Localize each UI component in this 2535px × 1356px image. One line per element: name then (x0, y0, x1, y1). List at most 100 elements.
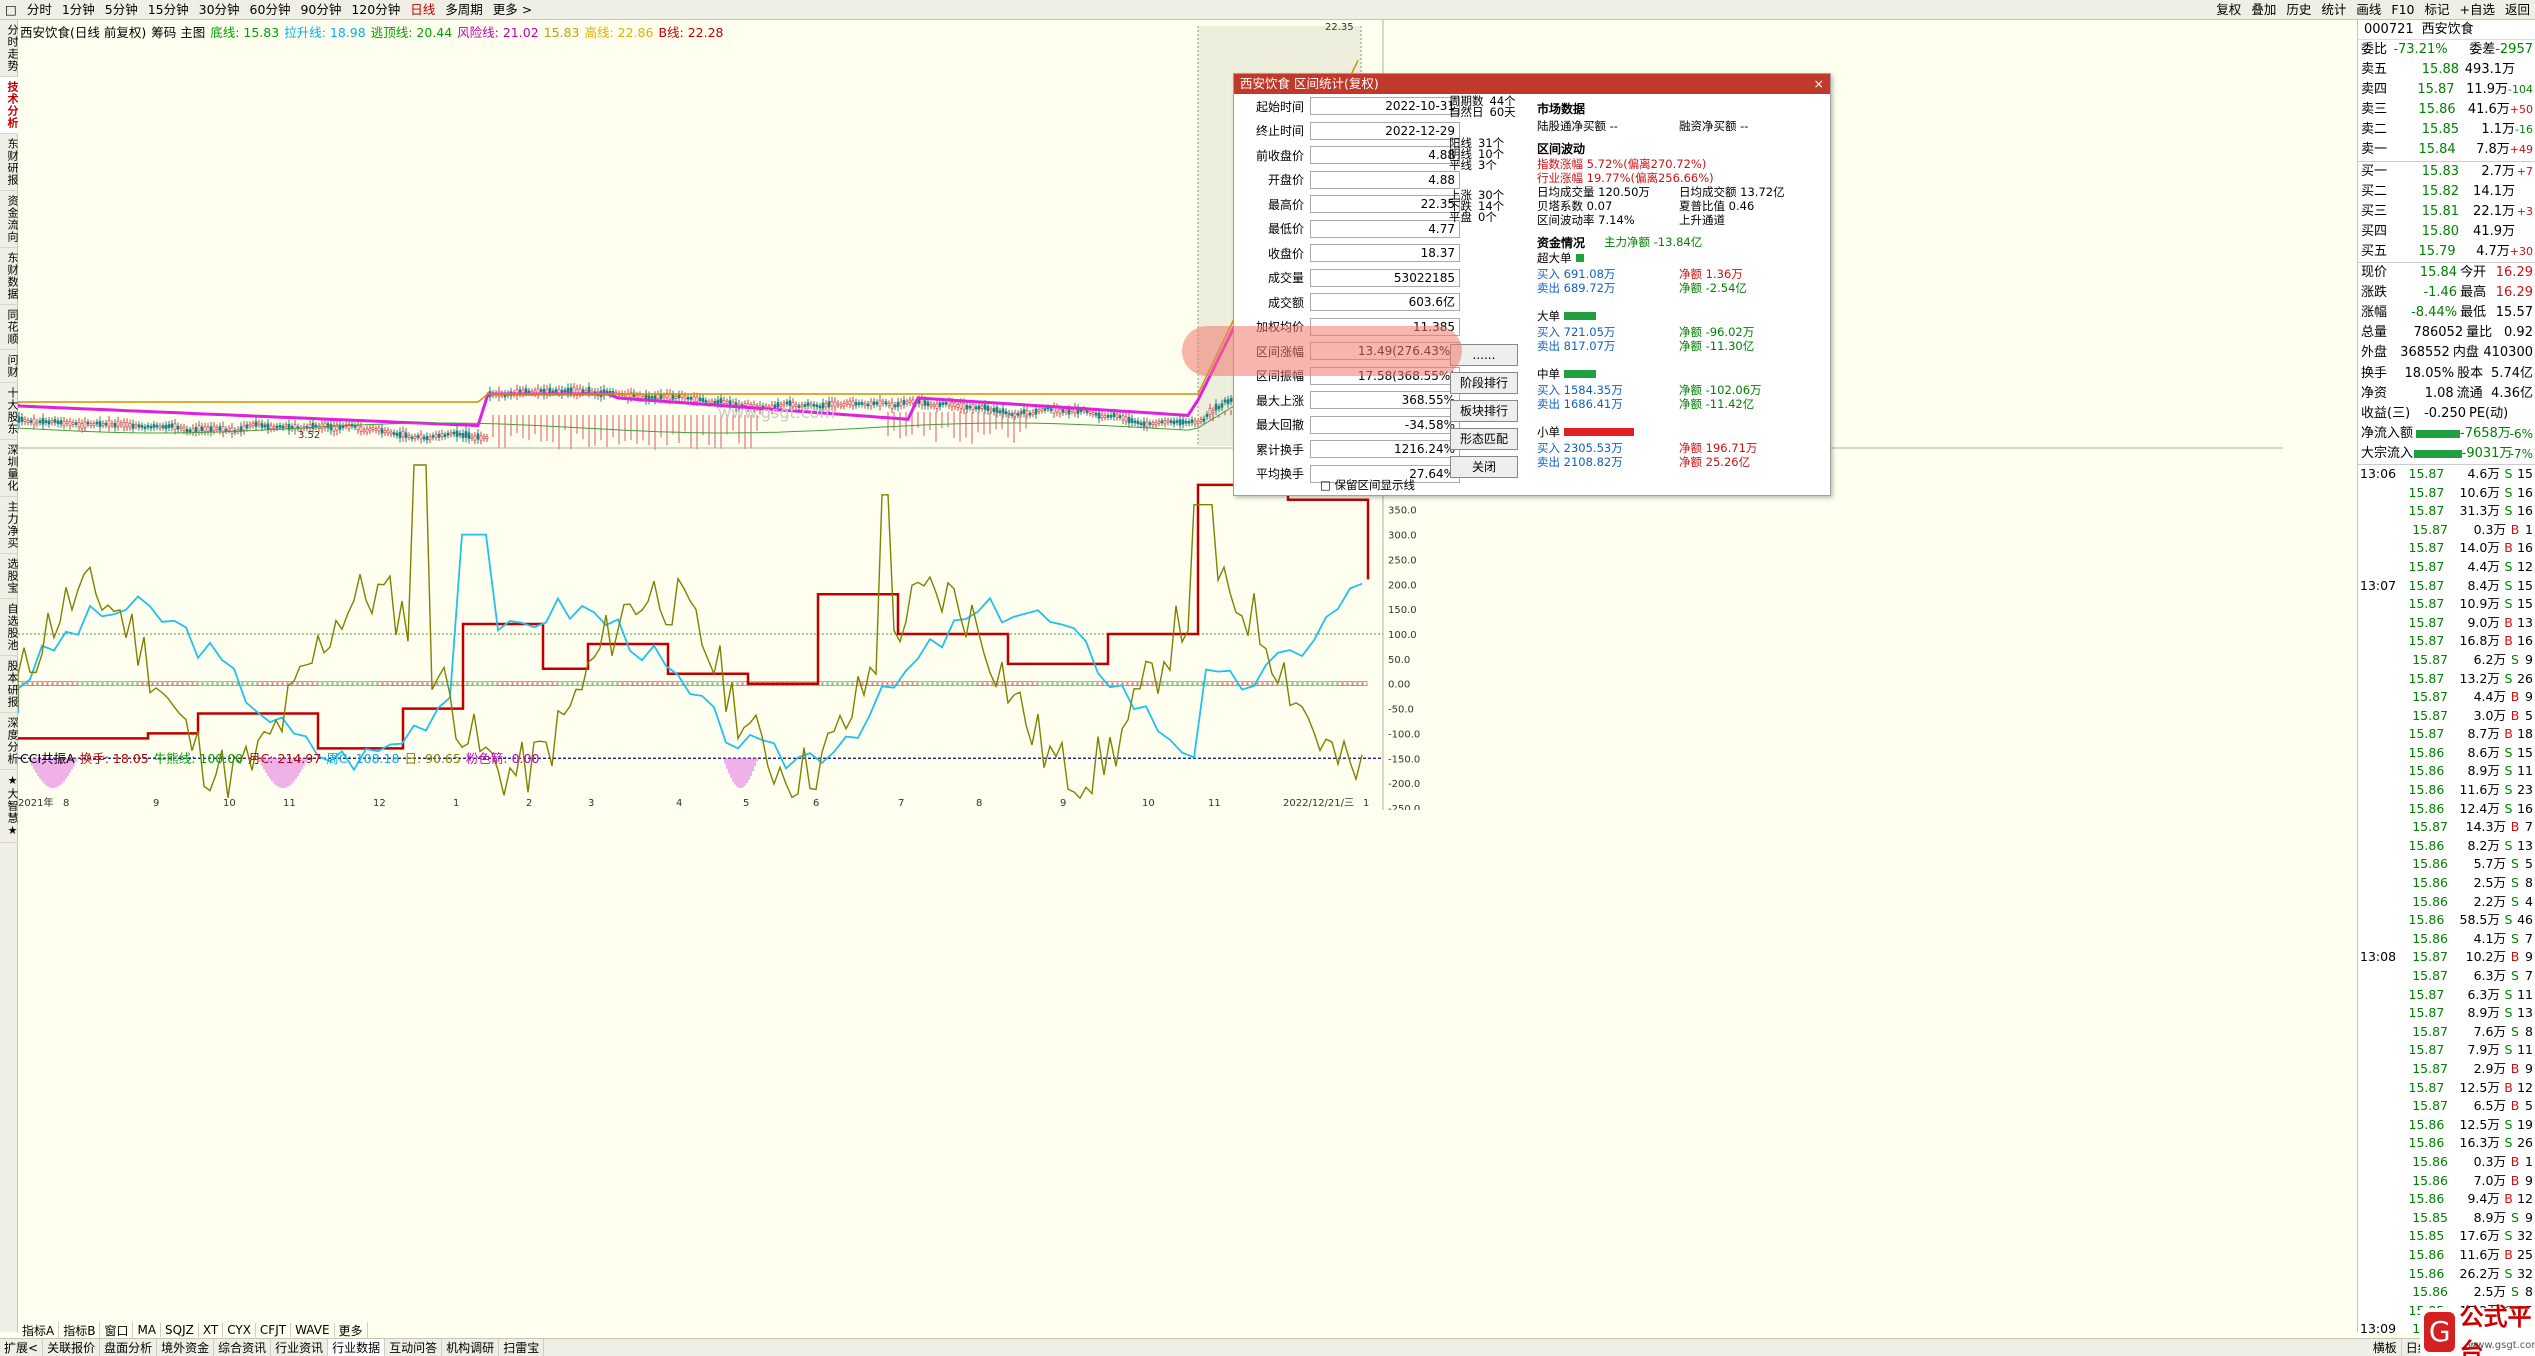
leftnav-item-12[interactable]: 股本研报 (0, 656, 18, 713)
candle-body (1184, 420, 1188, 424)
tick-time (2360, 1004, 2406, 1023)
candle-body (329, 424, 333, 431)
period-tab-9[interactable]: 多周期 (440, 0, 488, 19)
indicator-tab-2[interactable]: 窗口 (100, 1321, 134, 1339)
ask-row[interactable]: 卖一 15.84 7.8万 +49 (2358, 140, 2535, 160)
dialog-field-value[interactable]: 2022-12-29 (1310, 121, 1460, 140)
tick-price: 15.87 (2408, 503, 2445, 519)
leftnav-item-8[interactable]: 深圳量化 (0, 440, 18, 497)
indicator-tab-8[interactable]: WAVE (291, 1323, 335, 1337)
bottom-tab-2[interactable]: 盘面分析 (100, 1339, 158, 1356)
tick-time (2360, 1134, 2406, 1153)
toolbar-right-5[interactable]: F10 (2386, 0, 2419, 19)
bid-row[interactable]: 买五 15.79 4.7万 +30 (2358, 242, 2535, 262)
bottom-right-0[interactable]: 横板 (2369, 1339, 2402, 1356)
block-name: 超大单 (1537, 251, 1572, 265)
period-tab-10[interactable]: 更多 > (488, 0, 537, 19)
period-tab-6[interactable]: 90分钟 (295, 0, 346, 19)
bottom-tab-8[interactable]: 机构调研 (442, 1339, 500, 1356)
toolbar-right-4[interactable]: 画线 (2351, 0, 2386, 19)
dialog-field: 前收盘价 4.88 (1240, 145, 1460, 165)
indicator-tab-3[interactable]: MA (133, 1323, 162, 1337)
indicator-tab-5[interactable]: XT (199, 1323, 224, 1337)
toolbar-right-6[interactable]: 标记 (2419, 0, 2454, 19)
indicator-tab-7[interactable]: CFJT (256, 1323, 292, 1337)
keep-range-checkbox[interactable]: □ 保留区间显示线 (1320, 477, 1415, 493)
bottom-tab-0[interactable]: 扩展< (0, 1339, 44, 1356)
period-tab-3[interactable]: 15分钟 (143, 0, 194, 19)
indicator-tab-0[interactable]: 指标A (18, 1321, 60, 1339)
leftnav-item-9[interactable]: 主力净买 (0, 497, 18, 554)
ask-row[interactable]: 卖四 15.87 11.9万 -104 (2358, 80, 2535, 100)
tick-volume: 8.9万 (2467, 1005, 2500, 1021)
bottom-tab-9[interactable]: 扫雷宝 (499, 1339, 545, 1356)
window-icon[interactable]: □ (0, 0, 22, 19)
tick-volume: 8.6万 (2467, 744, 2500, 760)
leftnav-item-3[interactable]: 资金流向 (0, 191, 18, 248)
dialog-button-3[interactable]: 形态匹配 (1450, 428, 1518, 450)
bid-row[interactable]: 买四 15.80 41.9万 (2358, 222, 2535, 242)
leftnav-item-5[interactable]: 同花顺 (0, 305, 18, 350)
dialog-field-value[interactable]: 2022-10-31 (1310, 97, 1460, 115)
cci-tick: 250.0 (1388, 555, 1417, 566)
tick-row: 15.86 26.2万 S 32 (2358, 1265, 2535, 1284)
candle-body (554, 389, 558, 393)
toolbar-right-1[interactable]: 叠加 (2246, 0, 2281, 19)
dialog-field: 收盘价 18.37 (1240, 243, 1460, 263)
dialog-button-1[interactable]: 阶段排行 (1450, 372, 1518, 394)
period-tab-2[interactable]: 5分钟 (100, 0, 143, 19)
toolbar-right-8[interactable]: 返回 (2500, 0, 2535, 19)
bottom-tab-7[interactable]: 互动问答 (385, 1339, 443, 1356)
leftnav-item-14[interactable]: ★大智慧★ (0, 770, 18, 843)
leftnav-item-0[interactable]: 分时走势 (0, 20, 18, 77)
ask-row[interactable]: 卖三 15.86 41.6万 +50 (2358, 100, 2535, 120)
period-tab-0[interactable]: 分时 (22, 0, 57, 19)
dialog-button-2[interactable]: 板块排行 (1450, 400, 1518, 422)
checkbox-box-icon[interactable]: □ (1320, 478, 1335, 492)
leftnav-item-2[interactable]: 东财研报 (0, 134, 18, 191)
chart-name: CCI共振A (20, 751, 75, 766)
bottom-tab-4[interactable]: 综合资讯 (214, 1339, 272, 1356)
bottom-tab-6[interactable]: 行业数据 (328, 1339, 386, 1356)
block-net: 净额 1.36万 (1679, 267, 1743, 281)
dialog-field-value: 603.6亿 (1310, 293, 1460, 311)
ask-row[interactable]: 卖二 15.85 1.1万 -16 (2358, 120, 2535, 140)
logo-mark-icon: G (2424, 1312, 2456, 1352)
close-icon[interactable]: × (1814, 74, 1824, 94)
leftnav-item-1[interactable]: 技术分析 (0, 77, 18, 134)
bid-row[interactable]: 买一 15.83 2.7万 +7 (2358, 162, 2535, 182)
toolbar-right-2[interactable]: 历史 (2281, 0, 2316, 19)
bid-row[interactable]: 买二 15.82 14.1万 (2358, 182, 2535, 202)
toolbar-right-0[interactable]: 复权 (2211, 0, 2246, 19)
leftnav-item-4[interactable]: 东财数据 (0, 248, 18, 305)
bottom-tab-5[interactable]: 行业资讯 (271, 1339, 329, 1356)
period-tab-4[interactable]: 30分钟 (194, 0, 245, 19)
tick-count: 12 (2517, 558, 2533, 574)
indicator-tab-9[interactable]: 更多 (335, 1321, 368, 1339)
candle-body (440, 433, 444, 437)
period-tab-8[interactable]: 日线 (405, 0, 440, 19)
level-volume: 14.1万 (2473, 183, 2515, 199)
period-tab-7[interactable]: 120分钟 (346, 0, 405, 19)
leftnav-item-10[interactable]: 选股宝 (0, 554, 18, 599)
indicator-tab-6[interactable]: CYX (223, 1323, 256, 1337)
toolbar-right-7[interactable]: +自选 (2455, 0, 2500, 19)
leftnav-item-13[interactable]: 深度分析 (0, 713, 18, 770)
chip-toggle[interactable]: 筹码 主图 (151, 25, 205, 40)
toolbar-right-3[interactable]: 统计 (2316, 0, 2351, 19)
bottom-tab-3[interactable]: 境外资金 (157, 1339, 215, 1356)
bottom-tab-1[interactable]: 关联报价 (43, 1339, 101, 1356)
bid-row[interactable]: 买三 15.81 22.1万 +3 (2358, 202, 2535, 222)
indicator-tab-1[interactable]: 指标B (59, 1321, 101, 1339)
dialog-info: 净额 25.26亿 (1679, 454, 1750, 470)
kline-chart[interactable]: 17.5512.757.953.143.9122.353.52www.gsgt.… (18, 20, 2283, 810)
period-tab-5[interactable]: 60分钟 (245, 0, 296, 19)
leftnav-item-11[interactable]: 自选股池 (0, 599, 18, 656)
period-tab-1[interactable]: 1分钟 (57, 0, 100, 19)
indicator-tab-4[interactable]: SQJZ (161, 1323, 199, 1337)
dialog-button-4[interactable]: 关闭 (1450, 456, 1518, 478)
tick-count: 7 (2525, 819, 2533, 835)
leftnav-item-6[interactable]: 问财 (0, 350, 18, 383)
ask-row[interactable]: 卖五 15.88 493.1万 (2358, 60, 2535, 80)
leftnav-item-7[interactable]: 十大股东 (0, 383, 18, 440)
